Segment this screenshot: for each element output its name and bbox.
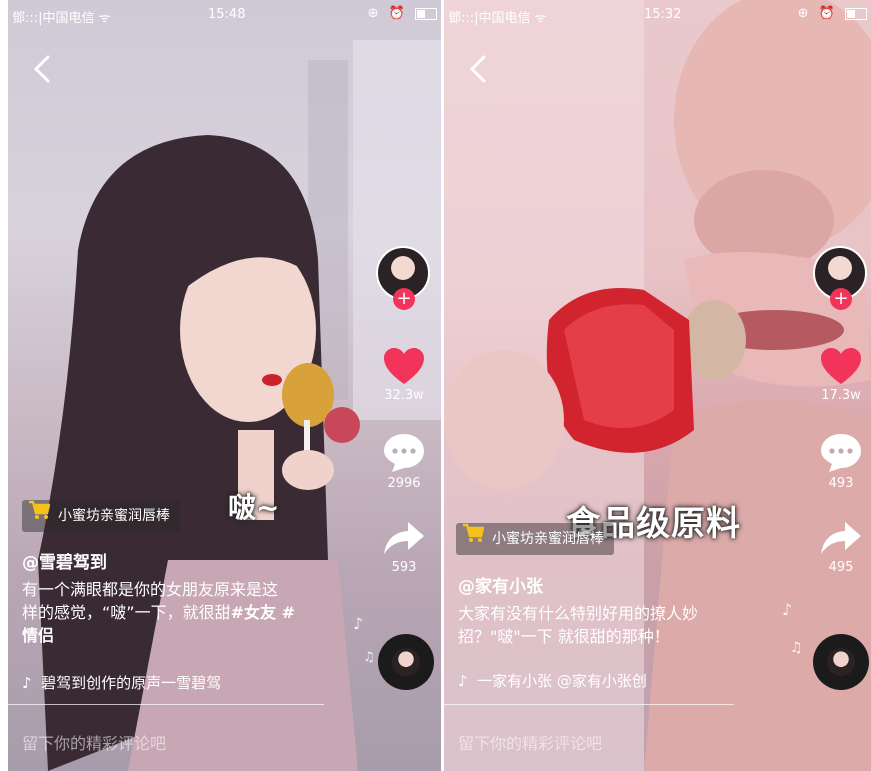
share-count: 495 xyxy=(828,560,854,575)
comment-bubble-icon xyxy=(384,434,424,472)
music-note-icon: ♫ xyxy=(363,650,375,665)
desc-text: 样的感觉，“啵”一下，就很甜 xyxy=(22,603,231,622)
comment-count: 493 xyxy=(828,476,854,491)
battery-icon xyxy=(845,7,867,20)
author-name[interactable]: @家有小张 xyxy=(458,572,543,597)
comment-button[interactable]: 493 xyxy=(811,432,871,491)
music-note-icon: ♪ xyxy=(782,600,793,619)
video-caption-overlay: 啵~ xyxy=(228,491,280,524)
heart-icon xyxy=(384,348,424,384)
video-description: 大家有没有什么特别好用的撩人妙 招？"啵"一下 就很甜的那种！ xyxy=(458,602,778,648)
battery-icon xyxy=(415,7,437,20)
share-button[interactable]: 593 xyxy=(374,518,434,575)
video-panel-right[interactable]: 鄧:::|中国电信 ᯤ 15:32 ⊕ ⏰ 食品级原料 + 17.3w 493 … xyxy=(444,0,871,771)
music-ticker[interactable]: ♪ 碧驾到创作的原声一雪碧驾 xyxy=(22,672,262,693)
record-disc-icon[interactable] xyxy=(378,634,434,690)
status-bar: 鄧:::|中国电信 ᯤ 15:32 ⊕ ⏰ xyxy=(444,0,871,30)
music-ticker[interactable]: ♪ 一家有小张 @家有小张创 xyxy=(458,670,678,691)
back-arrow-icon[interactable] xyxy=(28,52,58,86)
heart-icon xyxy=(821,348,861,384)
cart-icon xyxy=(462,523,485,555)
like-count: 32.3w xyxy=(384,388,424,403)
follow-plus-icon[interactable]: + xyxy=(830,288,852,310)
desc-line: 情侣 xyxy=(22,624,342,647)
alarm-icon: ⊕ ⏰ xyxy=(797,6,838,21)
desc-line: 有一个满眼都是你的女朋友原来是这 xyxy=(22,580,279,599)
share-arrow-icon xyxy=(821,522,861,554)
desc-line: 样的感觉，“啵”一下，就很甜#女友 # xyxy=(22,601,342,624)
music-note-icon: ♪ xyxy=(458,672,468,690)
record-disc-icon[interactable] xyxy=(813,634,869,690)
video-panel-left[interactable]: 鄧:::|中国电信 ᯤ 15:48 ⊕ ⏰ 啵~ + 32.3w 2996 59… xyxy=(8,0,441,771)
share-arrow-icon xyxy=(384,522,424,554)
follow-plus-icon[interactable]: + xyxy=(393,288,415,310)
alarm-icon: ⊕ ⏰ xyxy=(367,6,408,21)
music-note-icon: ♫ xyxy=(790,640,803,656)
like-button[interactable]: 32.3w xyxy=(374,346,434,403)
comment-button[interactable]: 2996 xyxy=(374,432,434,491)
cart-icon xyxy=(28,500,51,532)
goods-label: 小蜜坊亲蜜润唇棒 xyxy=(492,531,604,547)
comment-input[interactable]: 留下你的精彩评论吧 xyxy=(22,730,166,754)
status-time: 15:48 xyxy=(208,7,246,22)
shopping-goods-tag[interactable]: 小蜜坊亲蜜润唇棒 xyxy=(456,523,614,555)
author-name[interactable]: @雪碧驾到 xyxy=(22,548,107,573)
share-button[interactable]: 495 xyxy=(811,518,871,575)
comment-bubble-icon xyxy=(821,434,861,472)
carrier-signal: 鄧:::|中国电信 ᯤ xyxy=(12,11,111,26)
carrier-signal: 鄧:::|中国电信 ᯤ xyxy=(448,11,547,26)
video-frame-lips-with-jelly-lollipop xyxy=(444,0,871,771)
hashtag-link[interactable]: #女友 # xyxy=(231,603,295,622)
comment-input[interactable]: 留下你的精彩评论吧 xyxy=(458,730,602,754)
status-bar: 鄧:::|中国电信 ᯤ 15:48 ⊕ ⏰ xyxy=(8,0,441,30)
desc-line: 招？"啵"一下 就很甜的那种！ xyxy=(458,627,670,646)
music-title: 一家有小张 @家有小张创 xyxy=(477,672,647,690)
music-title: 碧驾到创作的原声一雪碧驾 xyxy=(41,674,222,692)
disc-cover xyxy=(392,648,420,676)
music-note-icon: ♪ xyxy=(22,674,32,692)
status-icons: ⊕ ⏰ xyxy=(368,6,437,21)
disc-cover xyxy=(827,648,855,676)
comment-count: 2996 xyxy=(387,476,421,491)
status-time: 15:32 xyxy=(644,7,682,22)
like-button[interactable]: 17.3w xyxy=(811,346,871,403)
divider xyxy=(8,704,324,705)
video-description: 有一个满眼都是你的女朋友原来是这 样的感觉，“啵”一下，就很甜#女友 # 情侣 xyxy=(22,578,342,647)
shopping-goods-tag[interactable]: 小蜜坊亲蜜润唇棒 xyxy=(22,500,180,532)
back-arrow-icon[interactable] xyxy=(464,52,494,86)
desc-line: 大家有没有什么特别好用的撩人妙 xyxy=(458,604,699,623)
divider xyxy=(444,704,734,705)
status-icons: ⊕ ⏰ xyxy=(798,6,867,21)
like-count: 17.3w xyxy=(821,388,861,403)
goods-label: 小蜜坊亲蜜润唇棒 xyxy=(58,508,170,524)
share-count: 593 xyxy=(391,560,417,575)
music-note-icon: ♪ xyxy=(353,614,364,633)
hashtag-link[interactable]: 情侣 xyxy=(22,626,54,645)
